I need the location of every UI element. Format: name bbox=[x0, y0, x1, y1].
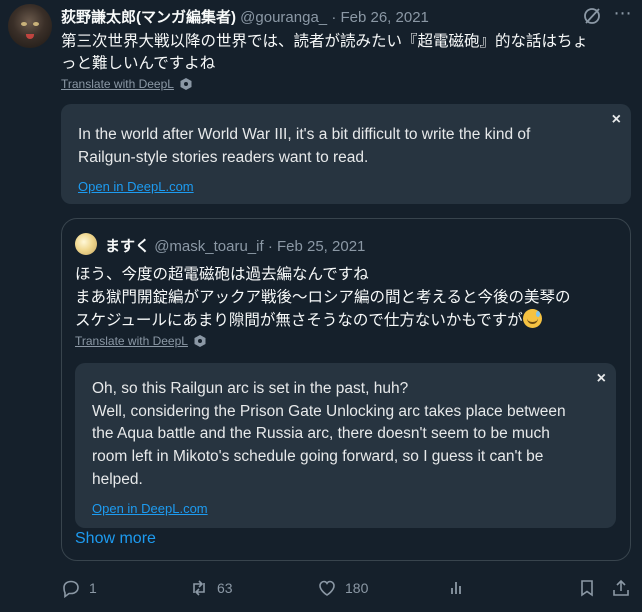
author-handle[interactable]: @gouranga_ bbox=[240, 9, 327, 26]
bookmark-icon bbox=[581, 580, 593, 597]
quote-text: ほう、今度の超電磁砲は過去編なんですね まあ獄門開錠編がアックア戦後〜ロシア編の… bbox=[75, 266, 571, 329]
quoted-tweet[interactable]: ますく @mask_toaru_if · Feb 25, 2021 ほう、今度の… bbox=[61, 218, 631, 561]
like-count: 180 bbox=[345, 580, 369, 596]
quote-author-avatar[interactable] bbox=[75, 233, 97, 255]
tweet-header: 荻野謙太郎(マンガ編集者) @gouranga_ · Feb 26, 2021 bbox=[61, 6, 429, 27]
open-in-deepl-link[interactable]: Open in DeepL.com bbox=[78, 179, 194, 194]
sweat-smile-emoji-icon bbox=[522, 309, 542, 328]
show-more-link[interactable]: Show more bbox=[75, 530, 156, 548]
tweet-date[interactable]: Feb 26, 2021 bbox=[340, 9, 428, 26]
separator-dot: · bbox=[267, 238, 273, 255]
retweet-icon bbox=[193, 580, 205, 596]
reply-count: 1 bbox=[89, 580, 97, 596]
quote-translation-text: Oh, so this Railgun arc is set in the pa… bbox=[92, 380, 566, 488]
quote-header: ますく @mask_toaru_if · Feb 25, 2021 bbox=[105, 235, 365, 256]
heart-icon bbox=[319, 580, 335, 596]
open-in-deepl-link[interactable]: Open in DeepL.com bbox=[92, 501, 208, 516]
author-avatar[interactable] bbox=[8, 4, 52, 48]
views-button[interactable] bbox=[447, 578, 467, 598]
author-name[interactable]: 荻野謙太郎(マンガ編集者) bbox=[61, 9, 236, 26]
separator-dot: · bbox=[331, 9, 337, 26]
close-icon[interactable]: × bbox=[612, 111, 621, 129]
action-bar: 1 63 180 bbox=[61, 578, 631, 600]
quote-translation-card: × Oh, so this Railgun arc is set in the … bbox=[75, 363, 616, 528]
quote-date: Feb 25, 2021 bbox=[276, 238, 366, 255]
quote-author-name: ますく bbox=[105, 238, 151, 255]
translation-card: × In the world after World War III, it's… bbox=[61, 104, 631, 204]
grok-icon[interactable] bbox=[582, 6, 602, 26]
retweet-button[interactable]: 63 bbox=[189, 578, 233, 598]
more-options-icon[interactable]: ⋯ bbox=[612, 4, 634, 26]
bookmark-button[interactable] bbox=[577, 578, 597, 598]
share-button[interactable] bbox=[611, 578, 631, 598]
deepl-icon bbox=[180, 78, 192, 90]
quote-author-handle: @mask_toaru_if bbox=[154, 238, 264, 255]
translation-text: In the world after World War III, it's a… bbox=[78, 126, 531, 166]
translate-with-deepl-link[interactable]: Translate with DeepL bbox=[61, 77, 193, 91]
quote-translate-with-deepl-link[interactable]: Translate with DeepL bbox=[75, 334, 207, 348]
tweet-text: 第三次世界大戦以降の世界では、読者が読みたい『超電磁砲』的な話はちょ っと難しい… bbox=[61, 33, 589, 72]
close-icon[interactable]: × bbox=[597, 370, 606, 388]
deepl-icon bbox=[194, 335, 206, 347]
like-button[interactable]: 180 bbox=[317, 578, 368, 598]
reply-icon bbox=[63, 580, 79, 598]
reply-button[interactable]: 1 bbox=[61, 578, 97, 598]
retweet-count: 63 bbox=[217, 580, 233, 596]
share-icon bbox=[613, 579, 629, 596]
analytics-icon bbox=[451, 582, 461, 594]
